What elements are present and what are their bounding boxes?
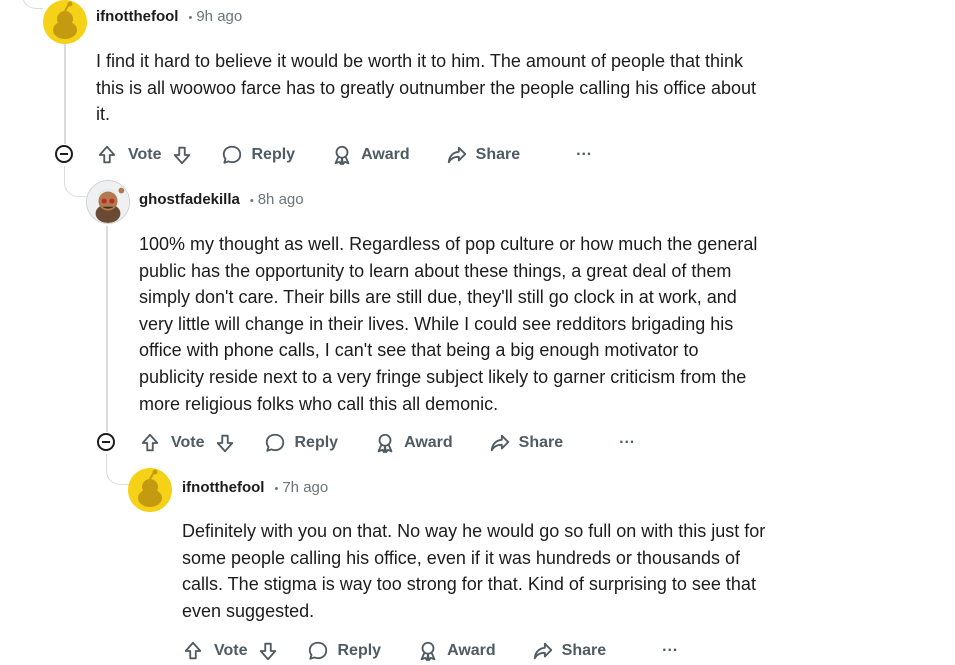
share-icon xyxy=(447,146,466,164)
comment-meta: ghostfadekilla • 8h ago xyxy=(139,190,304,210)
award-icon xyxy=(334,145,350,166)
downvote-button[interactable] xyxy=(214,432,236,454)
share-button[interactable]: Share xyxy=(489,432,563,454)
username[interactable]: ifnotthefool xyxy=(182,479,264,496)
upvote-icon xyxy=(184,641,202,660)
award-icon xyxy=(377,433,393,454)
vote-count: Vote xyxy=(214,642,248,659)
reply-button[interactable]: Reply xyxy=(221,144,295,166)
downvote-icon xyxy=(260,642,277,661)
reply-label: Reply xyxy=(294,434,339,451)
award-icon xyxy=(420,641,436,662)
comment-meta: ifnotthefool • 9h ago xyxy=(96,7,242,27)
upvote-icon xyxy=(141,433,159,452)
timestamp[interactable]: 8h ago xyxy=(258,191,304,208)
collapse-thread-button[interactable] xyxy=(55,145,73,163)
reply-icon xyxy=(309,641,328,660)
timestamp[interactable]: 7h ago xyxy=(282,479,328,496)
more-options-button[interactable]: ··· xyxy=(576,146,592,164)
thread-line xyxy=(64,44,66,144)
share-icon xyxy=(533,642,552,660)
share-label: Share xyxy=(475,146,521,163)
thread-connector xyxy=(64,166,87,197)
award-label: Award xyxy=(404,434,453,451)
upvote-icon xyxy=(98,145,116,164)
reply-button[interactable]: Reply xyxy=(307,640,381,662)
separator: • xyxy=(188,12,193,24)
avatar[interactable] xyxy=(86,180,130,224)
reply-icon xyxy=(266,433,285,452)
snoo-avatar-icon xyxy=(43,0,87,44)
vote-count: Vote xyxy=(128,146,162,163)
comment-actions: Vote Reply Award Share ··· xyxy=(139,429,635,457)
share-button[interactable]: Share xyxy=(446,144,520,166)
comment-meta: ifnotthefool • 7h ago xyxy=(182,478,328,498)
downvote-button[interactable] xyxy=(257,640,279,662)
downvote-button[interactable] xyxy=(171,144,193,166)
share-label: Share xyxy=(561,642,607,659)
reply-button[interactable]: Reply xyxy=(264,432,338,454)
username[interactable]: ghostfadekilla xyxy=(139,191,240,208)
share-button[interactable]: Share xyxy=(532,640,606,662)
collapse-thread-button[interactable] xyxy=(97,433,115,451)
award-label: Award xyxy=(361,146,410,163)
award-label: Award xyxy=(447,642,496,659)
separator: • xyxy=(274,483,279,495)
reply-icon xyxy=(223,145,242,164)
avatar[interactable] xyxy=(43,0,87,44)
more-icon: ··· xyxy=(576,146,593,163)
more-icon: ··· xyxy=(619,434,636,451)
comment-actions: Vote Reply Award Share ··· xyxy=(96,141,592,169)
thread-connector xyxy=(106,454,129,485)
share-icon xyxy=(490,434,509,452)
separator: • xyxy=(249,195,254,207)
award-button[interactable]: Award xyxy=(417,640,496,662)
upvote-button[interactable] xyxy=(96,144,118,166)
comment-body: I find it hard to believe it would be wo… xyxy=(96,51,757,125)
upvote-button[interactable] xyxy=(182,640,204,662)
comment-body: Definitely with you on that. No way he w… xyxy=(182,521,766,621)
share-label: Share xyxy=(518,434,564,451)
award-button[interactable]: Award xyxy=(374,432,453,454)
more-options-button[interactable]: ··· xyxy=(662,642,678,660)
avatar[interactable] xyxy=(128,468,172,512)
award-button[interactable]: Award xyxy=(331,144,410,166)
username[interactable]: ifnotthefool xyxy=(96,8,178,25)
snoo-avatar-icon xyxy=(87,181,129,223)
more-options-button[interactable]: ··· xyxy=(619,434,635,452)
comment-body: 100% my thought as well. Regardless of p… xyxy=(139,234,758,414)
downvote-icon xyxy=(174,146,191,165)
timestamp[interactable]: 9h ago xyxy=(196,8,242,25)
snoo-avatar-icon xyxy=(128,468,172,512)
downvote-icon xyxy=(217,434,234,453)
thread-connector xyxy=(22,0,43,9)
upvote-button[interactable] xyxy=(139,432,161,454)
reply-label: Reply xyxy=(337,642,382,659)
vote-count: Vote xyxy=(171,434,205,451)
thread-line xyxy=(106,226,108,432)
reply-label: Reply xyxy=(251,146,296,163)
more-icon: ··· xyxy=(662,642,679,659)
